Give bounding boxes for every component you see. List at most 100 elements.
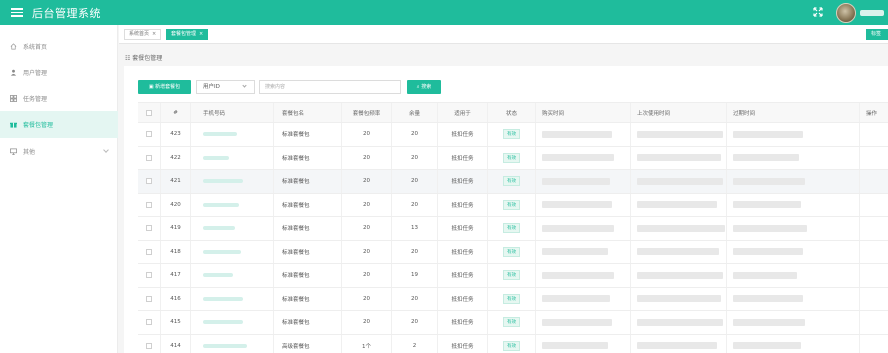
cell-remaining: 19 [391,264,437,287]
add-package-button[interactable]: ▣ 新增套餐包 [138,80,191,94]
cell-package-name: 标准套餐包 [273,170,341,193]
row-checkbox[interactable] [138,241,160,264]
cell-last-used-redacted [630,123,726,146]
cell-actions[interactable] [859,264,888,287]
cell-count: 20 [341,193,391,216]
cell-expire-redacted [726,311,859,334]
column-header: 套餐包频率 [341,103,391,122]
cell-phone-redacted [190,146,273,169]
status-cell: 有效 [487,217,535,240]
sidebar-item-packages[interactable]: 套餐包管理 [0,111,118,138]
sidebar-item-users[interactable]: 用户管理 [0,59,118,86]
avatar[interactable] [836,3,856,23]
cell-actions[interactable] [859,311,888,334]
menu-toggle-icon[interactable] [11,8,23,17]
row-checkbox[interactable] [138,147,160,170]
breadcrumb-label: 套餐包管理 [132,55,163,62]
cell-actions[interactable] [859,123,888,146]
cell-usage: 抵扣任务 [437,123,487,146]
sidebar-item-other[interactable]: 其他 [0,138,118,165]
cell-actions[interactable] [859,193,888,216]
cell-package-name: 标准套餐包 [273,240,341,263]
select-all-checkbox[interactable] [138,103,160,122]
cell-count: 20 [341,311,391,334]
cell-remaining: 20 [391,123,437,146]
row-checkbox[interactable] [138,288,160,311]
table-row[interactable]: 423 标准套餐包 20 20 抵扣任务 有效 [138,123,888,147]
table-row[interactable]: 418 标准套餐包 20 20 抵扣任务 有效 [138,240,888,264]
table-row[interactable]: 421 标准套餐包 20 20 抵扣任务 有效 [138,170,888,194]
sidebar-item-label: 套餐包管理 [23,122,54,129]
row-checkbox[interactable] [138,217,160,240]
cell-id: 422 [160,146,190,169]
row-checkbox[interactable] [138,264,160,287]
fullscreen-icon[interactable] [813,7,823,17]
search-field-select[interactable]: 用户ID [196,80,255,94]
cell-usage: 抵扣任务 [437,240,487,263]
status-cell: 有效 [487,264,535,287]
cell-usage: 抵扣任务 [437,217,487,240]
tab-options-button[interactable]: 标签 [866,29,888,40]
cell-phone-redacted [190,264,273,287]
cell-buy-time-redacted [535,334,630,353]
cell-expire-redacted [726,240,859,263]
cell-remaining: 20 [391,170,437,193]
cell-last-used-redacted [630,193,726,216]
cell-id: 418 [160,240,190,263]
table-row[interactable]: 422 标准套餐包 20 20 抵扣任务 有效 [138,146,888,170]
gift-icon [10,122,17,128]
table-row[interactable]: 419 标准套餐包 20 13 抵扣任务 有效 [138,217,888,241]
cell-count: 20 [341,170,391,193]
cell-expire-redacted [726,146,859,169]
cell-remaining: 20 [391,311,437,334]
column-header: 手机号码 [190,103,273,122]
cell-usage: 抵扣任务 [437,264,487,287]
search-input[interactable]: 搜索内容 [259,80,401,94]
search-button[interactable]: ⌕ 搜索 [407,80,441,94]
search-label: 搜索 [421,84,432,90]
cell-id: 414 [160,334,190,353]
row-checkbox[interactable] [138,123,160,146]
table-row[interactable]: 420 标准套餐包 20 20 抵扣任务 有效 [138,193,888,217]
status-cell: 有效 [487,334,535,353]
cell-last-used-redacted [630,240,726,263]
table-row[interactable]: 416 标准套餐包 20 20 抵扣任务 有效 [138,287,888,311]
column-header: # [160,103,190,122]
cell-id: 415 [160,311,190,334]
cell-actions[interactable] [859,240,888,263]
status-cell: 有效 [487,123,535,146]
tab-home[interactable]: 系统首页 × [124,29,162,40]
status-badge: 有效 [503,340,520,351]
cell-actions[interactable] [859,217,888,240]
tab-bar: 系统首页 × 套餐包管理 × [119,25,888,44]
user-name[interactable] [860,10,884,16]
table-row[interactable]: 414 高级套餐包 1个 2 抵扣任务 有效 [138,334,888,353]
cell-buy-time-redacted [535,287,630,310]
cell-last-used-redacted [630,334,726,353]
cell-last-used-redacted [630,217,726,240]
close-icon[interactable]: × [152,31,156,37]
sidebar-item-tasks[interactable]: 任务管理 [0,85,118,112]
row-checkbox[interactable] [138,335,160,353]
cell-usage: 抵扣任务 [437,287,487,310]
column-header: 状态 [487,103,535,122]
cell-actions[interactable] [859,287,888,310]
cell-actions[interactable] [859,334,888,353]
tab-label: 套餐包管理 [171,31,197,37]
table-row[interactable]: 415 标准套餐包 20 20 抵扣任务 有效 [138,311,888,335]
cell-actions[interactable] [859,170,888,193]
column-header: 购买时间 [535,103,630,122]
tab-packages[interactable]: 套餐包管理 × [166,29,209,40]
cell-last-used-redacted [630,287,726,310]
cell-phone-redacted [190,217,273,240]
close-icon[interactable]: × [199,31,203,37]
cell-actions[interactable] [859,146,888,169]
table-body: 423 标准套餐包 20 20 抵扣任务 有效 422 标准套餐包 20 20 抵扣任务 有效 421 标… [138,123,888,353]
top-header: 后台管理系统 [0,0,888,25]
row-checkbox[interactable] [138,194,160,217]
table-row[interactable]: 417 标准套餐包 20 19 抵扣任务 有效 [138,264,888,288]
sidebar-item-home[interactable]: 系统首页 [0,33,118,60]
cell-remaining: 20 [391,193,437,216]
row-checkbox[interactable] [138,311,160,334]
row-checkbox[interactable] [138,170,160,193]
